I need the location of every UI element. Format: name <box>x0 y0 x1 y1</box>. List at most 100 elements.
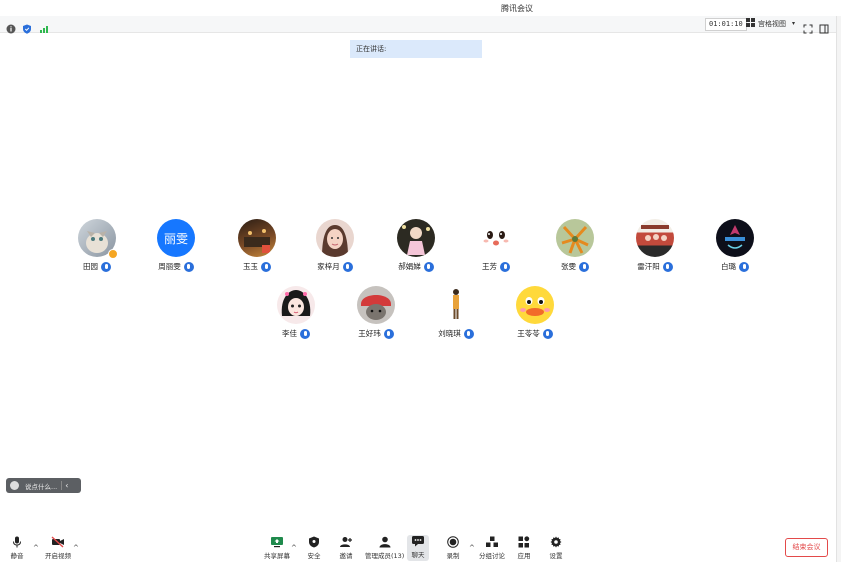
participant-tile[interactable]: 郝娟娣 <box>381 219 451 279</box>
speaking-label: 正在讲话: <box>356 45 387 53</box>
apps-label: 应用 <box>517 552 531 560</box>
participant-name: 张雯 <box>561 262 576 271</box>
invite-button[interactable]: 邀请 <box>339 536 353 560</box>
view-label: 宫格视图 <box>758 20 786 28</box>
mic-icon <box>739 261 749 272</box>
chat-label: 聊天 <box>411 551 425 559</box>
participant-name: 田园 <box>83 262 98 271</box>
avatar <box>516 286 554 324</box>
video-label: 开启视频 <box>45 552 71 560</box>
participant-name: 白璐 <box>721 262 736 271</box>
chevron-up-icon[interactable]: ^ <box>291 544 297 552</box>
participant-name: 雷汗阳 <box>637 262 660 271</box>
mic-icon <box>500 261 510 272</box>
meeting-toolbar: 静音 ^ 开启视频 ^ 共享屏幕 ^ 安全 邀请 管理成员(13) 聊天 录制 … <box>0 532 836 562</box>
share-screen-icon <box>270 536 284 548</box>
video-button[interactable]: 开启视频 <box>45 536 71 560</box>
participant-name: 李佳 <box>282 329 297 338</box>
invite-label: 邀请 <box>339 552 353 560</box>
manage-members-button[interactable]: 管理成员(13) <box>365 536 404 560</box>
divider <box>61 481 63 490</box>
chat-button[interactable]: 聊天 <box>407 535 429 561</box>
mic-icon <box>261 261 271 272</box>
chevron-up-icon[interactable]: ^ <box>33 544 39 552</box>
fullscreen-icon[interactable] <box>803 19 813 34</box>
video-off-icon <box>51 536 65 548</box>
mic-icon <box>342 261 353 272</box>
participant-tile[interactable]: 王好玮 <box>341 286 411 346</box>
speaking-indicator: 正在讲话: <box>350 40 482 58</box>
avatar <box>316 219 354 257</box>
emoji-icon[interactable] <box>10 481 19 490</box>
shield-icon <box>307 536 321 548</box>
mic-icon <box>183 261 194 272</box>
avatar: 丽雯 <box>157 219 195 257</box>
participant-tile[interactable]: 王苓苓 <box>500 286 570 346</box>
participant-tile[interactable]: 李佳 <box>261 286 331 346</box>
mute-button[interactable]: 静音 <box>10 536 24 560</box>
participant-name: 家梓月 <box>317 262 340 271</box>
mute-label: 静音 <box>10 552 24 560</box>
record-icon <box>446 536 460 548</box>
signal-icon[interactable] <box>39 19 49 33</box>
participant-name: 王苓苓 <box>517 329 540 338</box>
participant-tile[interactable]: 雷汗阳 <box>620 219 690 279</box>
participant-name: 刘晓琪 <box>438 329 461 338</box>
end-meeting-button[interactable]: 结束会议 <box>785 538 828 557</box>
info-icon[interactable] <box>6 19 16 34</box>
participant-name: 王芳 <box>482 262 497 271</box>
participant-tile[interactable]: 田园 <box>62 219 132 279</box>
avatar <box>357 286 395 324</box>
apps-icon <box>517 536 531 548</box>
share-screen-button[interactable]: 共享屏幕 <box>264 536 290 560</box>
share-screen-label: 共享屏幕 <box>264 552 290 560</box>
settings-button[interactable]: 设置 <box>549 536 563 560</box>
mic-icon <box>662 261 673 272</box>
manage-members-label: 管理成员(13) <box>365 552 405 560</box>
chat-placeholder: 说点什么... <box>25 482 58 491</box>
record-button[interactable]: 录制 <box>446 536 460 560</box>
gear-icon <box>549 536 563 548</box>
settings-label: 设置 <box>549 552 563 560</box>
microphone-icon <box>10 536 24 548</box>
members-icon <box>378 536 392 548</box>
sidebar-toggle-icon[interactable] <box>819 19 829 34</box>
breakout-icon <box>485 536 499 548</box>
apps-button[interactable]: 应用 <box>517 536 531 560</box>
participant-tile[interactable]: 刘晓琪 <box>421 286 491 346</box>
avatar <box>477 219 515 257</box>
avatar <box>636 219 674 257</box>
chevron-down-icon: ▾ <box>792 20 796 27</box>
chat-quick-input[interactable]: 说点什么... ‹ <box>6 478 81 493</box>
participant-tile[interactable]: 张雯 <box>540 219 610 279</box>
view-switch-button[interactable]: 宫格视图 ▾ <box>746 17 796 31</box>
chat-icon <box>411 535 425 547</box>
avatar <box>716 219 754 257</box>
participant-tile[interactable]: 王芳 <box>461 219 531 279</box>
chevron-up-icon[interactable]: ^ <box>73 544 79 552</box>
participant-tile[interactable]: 丽雯 周丽雯 <box>141 219 211 279</box>
mic-icon <box>579 261 589 272</box>
mic-icon <box>101 261 111 272</box>
host-badge <box>108 249 118 259</box>
participant-tile[interactable]: 玉玉 <box>222 219 292 279</box>
add-user-icon <box>339 536 353 548</box>
chevron-up-icon[interactable]: ^ <box>469 544 475 552</box>
avatar <box>397 219 435 257</box>
avatar <box>556 219 594 257</box>
mic-icon <box>383 328 394 339</box>
mic-icon <box>463 328 474 339</box>
avatar-initials: 丽雯 <box>163 231 188 246</box>
grid-icon <box>746 17 755 31</box>
participant-tile[interactable]: 家梓月 <box>300 219 370 279</box>
chevron-left-icon[interactable]: ‹ <box>65 481 68 490</box>
security-button[interactable]: 安全 <box>307 536 321 560</box>
participant-name: 周丽雯 <box>158 262 181 271</box>
avatar <box>238 219 276 257</box>
shield-icon[interactable] <box>22 19 32 34</box>
side-panel-edge <box>836 16 841 562</box>
avatar <box>437 286 475 324</box>
mic-icon <box>542 328 553 339</box>
breakout-rooms-button[interactable]: 分组讨论 <box>479 536 505 560</box>
participant-tile[interactable]: 白璐 <box>700 219 770 279</box>
